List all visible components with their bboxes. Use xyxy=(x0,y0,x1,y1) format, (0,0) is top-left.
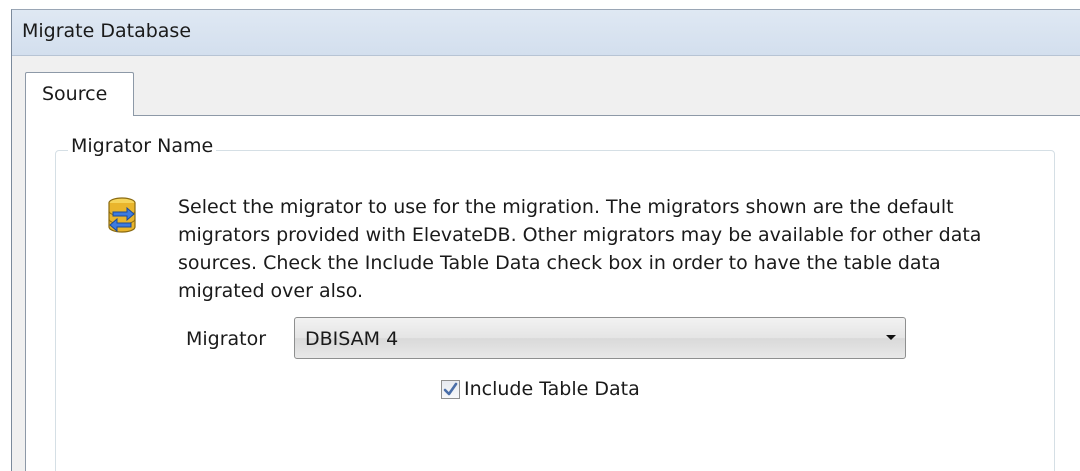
migrate-database-window: Migrate Database Source Migrator Name Se… xyxy=(11,9,1080,471)
database-migration-icon xyxy=(108,197,136,233)
migrator-selected-value: DBISAM 4 xyxy=(305,328,399,350)
migrator-description: Select the migrator to use for the migra… xyxy=(178,196,982,302)
include-table-data-label[interactable]: Include Table Data xyxy=(464,378,640,400)
migrator-name-group: Migrator Name Select the migrator to use… xyxy=(55,135,1055,471)
include-table-data-checkbox[interactable] xyxy=(441,380,460,399)
source-tab-page: Migrator Name Select the migrator to use… xyxy=(25,115,1080,471)
chevron-down-icon[interactable] xyxy=(886,335,896,340)
checkmark-icon xyxy=(443,382,458,396)
window-title: Migrate Database xyxy=(22,20,192,42)
tab-source-label: Source xyxy=(42,83,108,105)
tab-source[interactable]: Source xyxy=(25,72,134,116)
title-bar[interactable]: Migrate Database xyxy=(12,10,1080,56)
group-legend: Migrator Name xyxy=(68,135,217,157)
migrator-label: Migrator xyxy=(186,328,267,350)
dialog-client-area: Source Migrator Name Select the migrator… xyxy=(12,57,1080,471)
migrator-dropdown[interactable]: DBISAM 4 xyxy=(294,317,906,359)
